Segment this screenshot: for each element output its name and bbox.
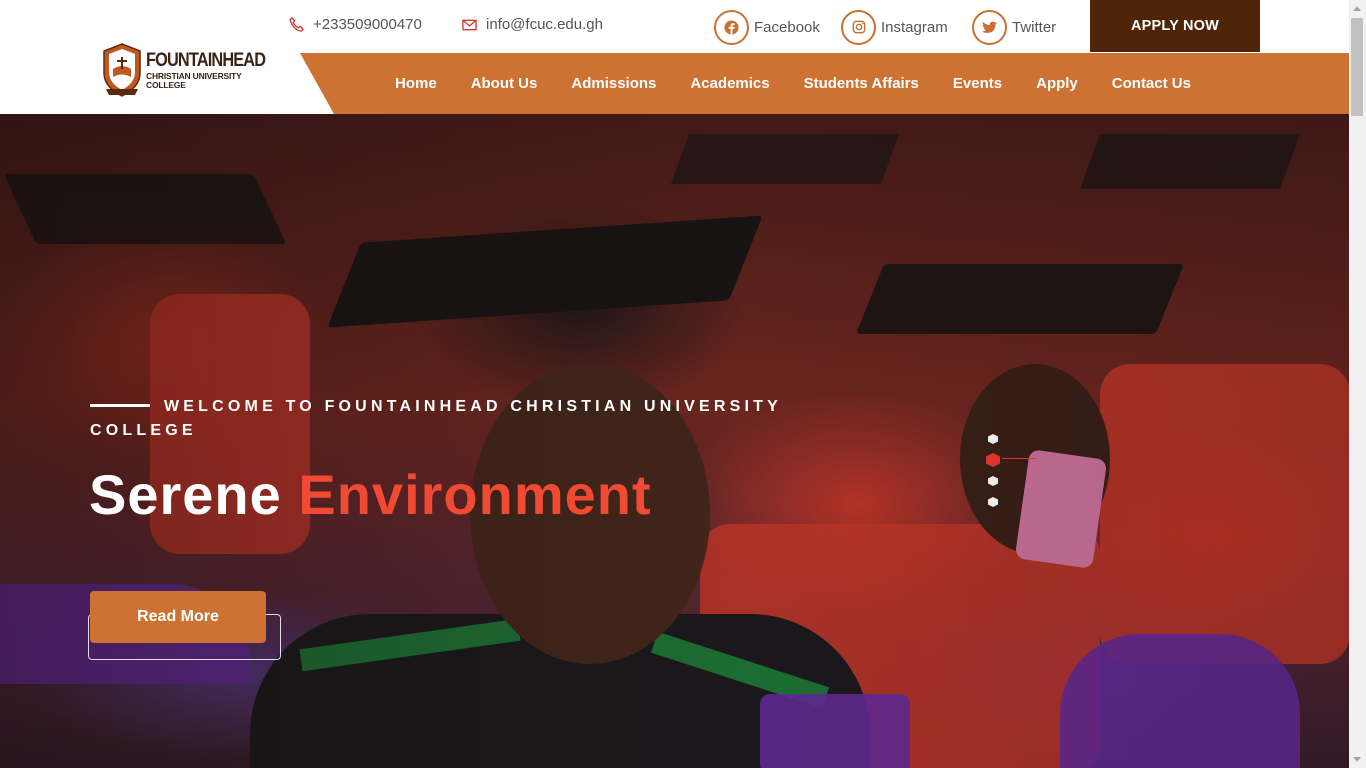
apply-now-button[interactable]: APPLY NOW xyxy=(1090,0,1260,52)
site-logo[interactable]: FOUNTAINHEAD CHRISTIAN UNIVERSITY COLLEG… xyxy=(102,42,266,98)
scrollbar-thumb[interactable] xyxy=(1351,18,1363,116)
facebook-icon xyxy=(724,19,739,35)
nav-item-about-us[interactable]: About Us xyxy=(471,75,538,92)
logo-subtitle-line2: COLLEGE xyxy=(146,79,186,90)
facebook-link[interactable]: Facebook xyxy=(714,9,820,45)
phone-icon xyxy=(289,17,304,32)
twitter-label: Twitter xyxy=(1012,18,1057,36)
slide-dot-3[interactable] xyxy=(988,476,998,486)
contact-phone[interactable]: +233509000470 xyxy=(289,16,422,33)
envelope-icon xyxy=(462,19,477,30)
site-header: FOUNTAINHEAD CHRISTIAN UNIVERSITY COLLEG… xyxy=(0,0,1349,114)
headline-white: Serene xyxy=(89,463,282,526)
scroll-down-arrow-icon[interactable] xyxy=(1353,757,1361,762)
main-nav: Home About Us Admissions Academics Stude… xyxy=(395,53,1225,114)
slider-pagination xyxy=(986,432,1056,512)
nav-item-admissions[interactable]: Admissions xyxy=(571,75,656,92)
slide-dot-1[interactable] xyxy=(988,434,998,444)
slide-dot-4[interactable] xyxy=(988,497,998,507)
hero-tagline: WELCOME TO FOUNTAINHEAD CHRISTIAN UNIVER… xyxy=(90,398,782,439)
slide-dot-2-active[interactable] xyxy=(986,453,1000,467)
logo-title: FOUNTAINHEAD xyxy=(146,50,266,71)
instagram-label: Instagram xyxy=(881,18,948,36)
nav-item-events[interactable]: Events xyxy=(953,75,1002,92)
university-crest-icon xyxy=(103,43,141,97)
scroll-up-arrow-icon[interactable] xyxy=(1353,6,1361,11)
active-dot-indicator-line xyxy=(1002,458,1036,459)
phone-number: +233509000470 xyxy=(313,16,422,33)
headline-accent: Environment xyxy=(298,463,652,526)
instagram-link[interactable]: Instagram xyxy=(841,9,948,45)
twitter-link[interactable]: Twitter xyxy=(972,9,1056,45)
email-address: info@fcuc.edu.gh xyxy=(486,16,603,33)
nav-item-academics[interactable]: Academics xyxy=(690,75,769,92)
instagram-icon xyxy=(852,20,865,34)
contact-email[interactable]: info@fcuc.edu.gh xyxy=(462,16,603,33)
facebook-label: Facebook xyxy=(754,18,820,36)
page-scrollbar[interactable] xyxy=(1349,0,1366,768)
nav-item-home[interactable]: Home xyxy=(395,75,437,92)
nav-item-students-affairs[interactable]: Students Affairs xyxy=(804,75,919,92)
read-more-button[interactable]: Read More xyxy=(90,591,266,643)
nav-item-contact-us[interactable]: Contact Us xyxy=(1112,75,1191,92)
nav-item-apply[interactable]: Apply xyxy=(1036,75,1078,92)
hero-headline: Serene Environment xyxy=(89,462,652,527)
twitter-icon xyxy=(982,21,997,33)
